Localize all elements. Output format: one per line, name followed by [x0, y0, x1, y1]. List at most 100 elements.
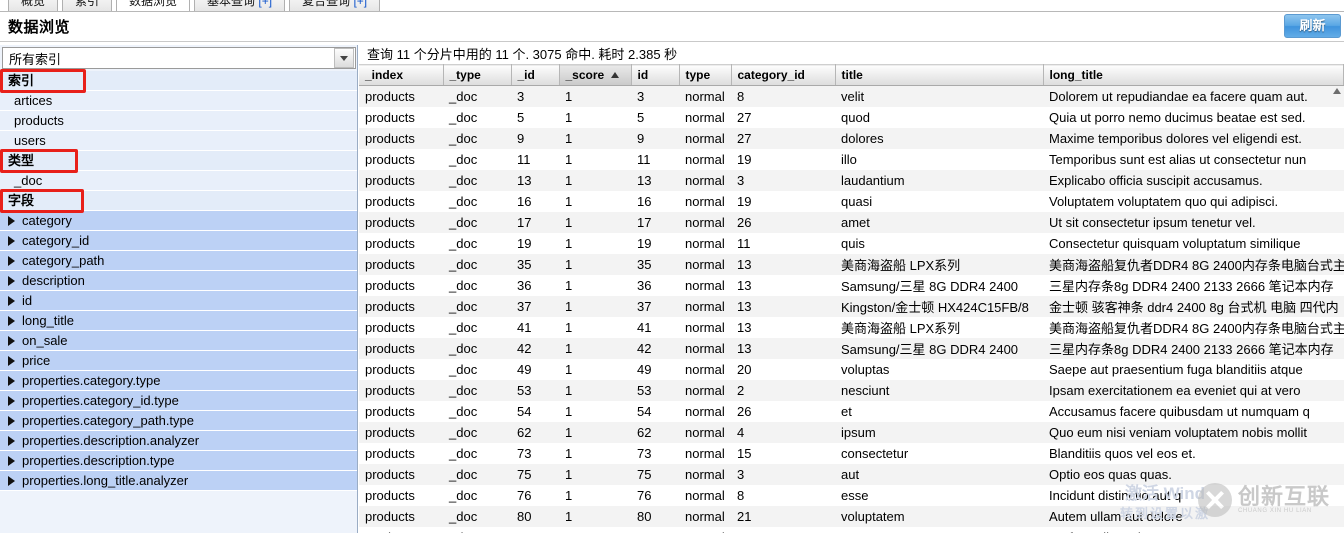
table-row[interactable]: products _doc 41 1 41 normal 13 美商海盗船 LPX系列 美商海盗… [359, 316, 1344, 338]
cell-score: 1 [565, 130, 573, 146]
triangle-right-icon[interactable] [8, 256, 15, 266]
tree-field-properties-description-type[interactable]: properties.description.type [0, 451, 357, 471]
column-header-title[interactable]: title [835, 64, 1044, 86]
cell-long-title: Consectetur quisquam voluptatum similiqu… [1049, 235, 1301, 251]
tree-item-artices[interactable]: artices [0, 91, 357, 111]
triangle-right-icon[interactable] [8, 436, 15, 446]
tab-basic-query[interactable]: 基本查询 [+] [194, 0, 286, 11]
cell-type: _doc [449, 424, 478, 440]
cell-score: 1 [565, 424, 573, 440]
tab-data-browse[interactable]: 数据浏览 [116, 0, 191, 11]
tree-field-on-sale[interactable]: on_sale [0, 331, 357, 351]
triangle-right-icon[interactable] [8, 456, 15, 466]
triangle-right-icon[interactable] [8, 276, 15, 286]
table-row[interactable]: products _doc 35 1 35 normal 13 美商海盗船 LPX系列 美商海盗… [359, 253, 1344, 275]
table-row[interactable]: products _doc 75 1 75 normal 3 aut Optio eos qua… [359, 463, 1344, 485]
table-row[interactable]: products _doc 37 1 37 normal 13 Kingston/金士顿 HX… [359, 295, 1344, 317]
triangle-right-icon[interactable] [8, 236, 15, 246]
tab-overview[interactable]: 概览 [8, 0, 59, 11]
triangle-right-icon[interactable] [8, 296, 15, 306]
table-row[interactable]: products _doc 3 1 3 normal 8 velit Dolorem ut re… [359, 85, 1344, 107]
column-header-type[interactable]: _type [443, 64, 512, 86]
column-header-score[interactable]: _score [559, 64, 632, 86]
tab-composite-query[interactable]: 复合查询 [+] [289, 0, 381, 11]
cell-long-title: Maxime temporibus dolores vel eligendi e… [1049, 130, 1302, 146]
table-row[interactable]: products _doc 42 1 42 normal 13 Samsung/三星 8G D… [359, 337, 1344, 359]
tab-plus-badge[interactable]: [+] [258, 0, 272, 8]
column-header-type-field[interactable]: type [679, 64, 732, 86]
table-row[interactable]: products _doc 36 1 36 normal 13 Samsung/三星 8G D… [359, 274, 1344, 296]
cell-doc-id: 75 [517, 466, 532, 482]
index-select[interactable]: 所有索引 [2, 47, 356, 69]
tree-field-long-title[interactable]: long_title [0, 311, 357, 331]
column-header-category-id[interactable]: category_id [731, 64, 836, 86]
cell-doc-id: 9 [517, 130, 525, 146]
cell-type-field: normal [685, 193, 725, 209]
cell-id: 76 [637, 487, 652, 503]
cell-title: quasi [841, 193, 873, 209]
cell-score: 1 [565, 277, 573, 293]
tree-field-properties-category-path-type[interactable]: properties.category_path.type [0, 411, 357, 431]
triangle-right-icon[interactable] [8, 376, 15, 386]
cell-type-field: normal [685, 445, 725, 461]
table-row[interactable]: products _doc 17 1 17 normal 26 amet Ut sit cons… [359, 211, 1344, 233]
triangle-right-icon[interactable] [8, 396, 15, 406]
table-row[interactable]: products _doc 9 1 9 normal 27 dolores Maxime tem… [359, 127, 1344, 149]
table-row[interactable]: products _doc 73 1 73 normal 15 consectetur Blan… [359, 442, 1344, 464]
table-row[interactable]: products _doc 76 1 76 normal 8 esse Incidunt dis… [359, 484, 1344, 506]
triangle-right-icon[interactable] [8, 316, 15, 326]
cell-category-id: 3 [737, 466, 745, 482]
table-row[interactable]: products _doc 19 1 19 normal 11 quis Consectetur… [359, 232, 1344, 254]
tree-field-price[interactable]: price [0, 351, 357, 371]
tree-field-properties-long-title-analyzer[interactable]: properties.long_title.analyzer [0, 471, 357, 491]
cell-score: 1 [565, 151, 573, 167]
tab-plus-badge[interactable]: [+] [353, 0, 367, 8]
table-row[interactable]: products _doc 54 1 54 normal 26 et Accusamus fac… [359, 400, 1344, 422]
triangle-right-icon[interactable] [8, 216, 15, 226]
field-label: id [22, 293, 33, 308]
tree-field-category[interactable]: category [0, 211, 357, 231]
cell-index: products [365, 109, 415, 125]
tree-group-types[interactable]: 类型 [0, 151, 357, 171]
column-header-index[interactable]: _index [359, 64, 444, 86]
triangle-right-icon[interactable] [8, 356, 15, 366]
column-header-long-title[interactable]: long_title [1043, 64, 1344, 86]
table-row[interactable]: products _doc 49 1 49 normal 20 voluptas Saepe a… [359, 358, 1344, 380]
table-row[interactable]: products _doc 13 1 13 normal 3 laudantium Explic… [359, 169, 1344, 191]
tree-field-properties-category-type[interactable]: properties.category.type [0, 371, 357, 391]
column-header-id[interactable]: id [631, 64, 680, 86]
tree-item-doc-type[interactable]: _doc [0, 171, 357, 191]
table-row[interactable]: products _doc 53 1 53 normal 2 nesciunt Ipsam ex… [359, 379, 1344, 401]
tree-item-products[interactable]: products [0, 111, 357, 131]
chevron-down-icon[interactable] [334, 48, 354, 68]
tree-field-description[interactable]: description [0, 271, 357, 291]
tree-group-fields[interactable]: 字段 [0, 191, 357, 211]
triangle-right-icon[interactable] [8, 416, 15, 426]
table-row[interactable]: products _doc 5 1 5 normal 27 quod Quia ut porro… [359, 106, 1344, 128]
table-row[interactable]: products_doc82182normal21suntPerferendis… [359, 526, 1344, 533]
tree-field-properties-description-analyzer[interactable]: properties.description.analyzer [0, 431, 357, 451]
cell-category-id: 8 [737, 88, 745, 104]
table-row[interactable]: products _doc 62 1 62 normal 4 ipsum Quo eum nis… [359, 421, 1344, 443]
triangle-right-icon[interactable] [8, 476, 15, 486]
refresh-button[interactable]: 刷新 [1284, 14, 1341, 38]
cell-long-title: 美商海盗船复仇者DDR4 8G 2400内存条电脑台式主 [1049, 320, 1344, 336]
tree-field-category-path[interactable]: category_path [0, 251, 357, 271]
tab-indices[interactable]: 索引 [62, 0, 113, 11]
table-row[interactable]: products _doc 16 1 16 normal 19 quasi Voluptatem… [359, 190, 1344, 212]
tree-field-properties-category-id-type[interactable]: properties.category_id.type [0, 391, 357, 411]
tree-group-indices[interactable]: 索引 [0, 71, 357, 91]
cell-category-id: 3 [737, 172, 745, 188]
cell-score: 1 [565, 445, 573, 461]
cell-long-title: Quia ut porro nemo ducimus beatae est se… [1049, 109, 1306, 125]
tree-field-id[interactable]: id [0, 291, 357, 311]
table-row[interactable]: products _doc 80 1 80 normal 21 voluptatem Autem… [359, 505, 1344, 527]
tree-item-users[interactable]: users [0, 131, 357, 151]
column-header-doc-id[interactable]: _id [511, 64, 560, 86]
triangle-right-icon[interactable] [8, 336, 15, 346]
table-row[interactable]: products _doc 11 1 11 normal 19 illo Temporibus … [359, 148, 1344, 170]
scroll-up-arrow-icon[interactable] [1331, 85, 1343, 97]
cell-index: products [365, 193, 415, 209]
tree-field-category-id[interactable]: category_id [0, 231, 357, 251]
cell-index: products [365, 445, 415, 461]
